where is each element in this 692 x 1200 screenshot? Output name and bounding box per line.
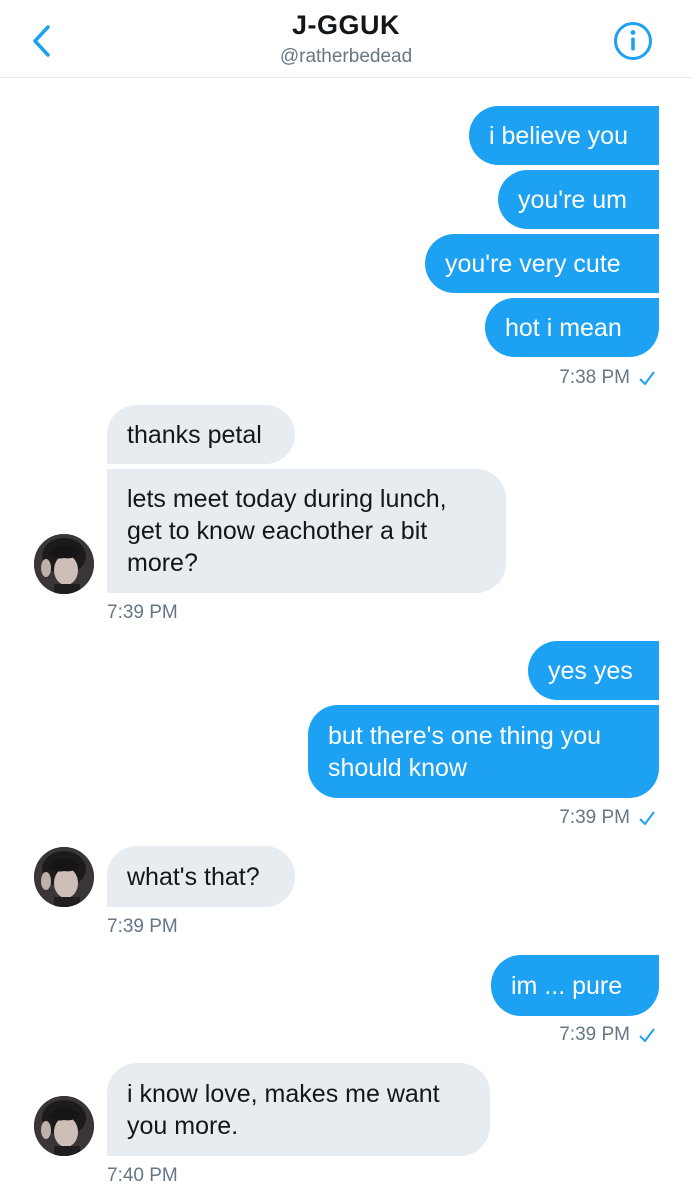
avatar[interactable]	[34, 847, 94, 907]
timestamp-text: 7:38 PM	[559, 367, 630, 388]
sent-message[interactable]: hot i mean	[485, 298, 659, 357]
profile-photo-icon	[34, 1096, 94, 1156]
message-timestamp: 7:38 PM	[559, 367, 656, 389]
sent-message[interactable]: i believe you	[469, 106, 659, 165]
info-icon[interactable]	[613, 21, 653, 61]
sent-message[interactable]: im ... pure	[491, 955, 659, 1016]
received-message[interactable]: what's that?	[107, 846, 295, 907]
avatar[interactable]	[34, 1096, 94, 1156]
profile-photo-icon	[34, 847, 94, 907]
message-timestamp: 7:40 PM	[107, 1165, 178, 1186]
sent-message[interactable]: you're very cute	[425, 234, 659, 293]
checkmark-icon	[639, 1028, 655, 1043]
conversation-header: J-GGUK @ratherbedead	[0, 0, 692, 78]
sent-message[interactable]: yes yes	[528, 641, 659, 700]
checkmark-icon	[639, 371, 655, 386]
conversation-handle: @ratherbedead	[279, 46, 413, 67]
timestamp-text: 7:39 PM	[559, 807, 630, 828]
message-timestamp: 7:39 PM	[559, 807, 656, 829]
profile-photo-icon	[34, 534, 94, 594]
checkmark-icon	[639, 811, 655, 826]
conversation-title: J-GGUK	[291, 10, 400, 40]
received-message[interactable]: thanks petal	[107, 405, 295, 464]
received-message[interactable]: i know love, makes me want you more.	[107, 1063, 490, 1156]
message-timestamp: 7:39 PM	[107, 602, 178, 623]
sent-message[interactable]: you're um	[498, 170, 659, 229]
avatar[interactable]	[34, 534, 94, 594]
received-message[interactable]: lets meet today during lunch, get to kno…	[107, 469, 506, 593]
message-timestamp: 7:39 PM	[559, 1024, 656, 1046]
message-timestamp: 7:39 PM	[107, 916, 178, 937]
sent-message[interactable]: but there's one thing you should know	[308, 705, 659, 798]
timestamp-text: 7:39 PM	[559, 1024, 630, 1045]
